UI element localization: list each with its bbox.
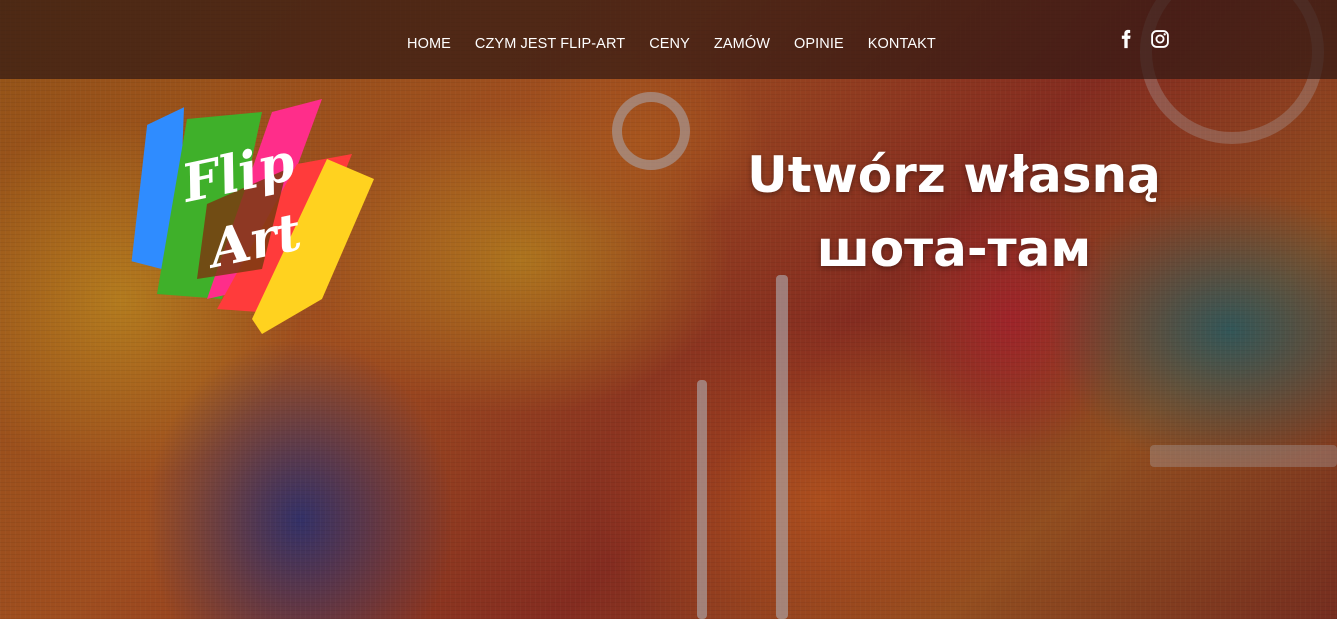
main-menu: HOME CZYM JEST FLIP-ART CENY ZAMÓW OPINI… (407, 33, 936, 52)
nav-link-home[interactable]: HOME (407, 36, 451, 52)
facebook-icon (1121, 29, 1131, 49)
menu-item-order: ZAMÓW (714, 33, 770, 52)
nav-link-reviews[interactable]: OPINIE (794, 36, 844, 52)
instagram-link[interactable] (1150, 29, 1170, 49)
menu-item-home: HOME (407, 33, 451, 52)
site-logo[interactable]: Flip Art (112, 84, 382, 339)
menu-item-contact: KONTAKT (868, 33, 936, 52)
hero-title-line-1: Utwórz własną (747, 146, 1161, 204)
hero-section: HOME CZYM JEST FLIP-ART CENY ZAMÓW OPINI… (0, 0, 1337, 619)
social-links (1116, 29, 1170, 49)
menu-item-reviews: OPINIE (794, 33, 844, 52)
nav-link-contact[interactable]: KONTAKT (868, 36, 936, 52)
facebook-link[interactable] (1116, 29, 1136, 49)
nav-link-about[interactable]: CZYM JEST FLIP-ART (475, 36, 625, 52)
nav-link-order[interactable]: ZAMÓW (714, 36, 770, 52)
nav-link-prices[interactable]: CENY (649, 36, 690, 52)
instagram-icon (1151, 30, 1169, 48)
menu-item-about: CZYM JEST FLIP-ART (475, 33, 625, 52)
flip-art-logo-icon: Flip Art (131, 99, 374, 334)
navbar: HOME CZYM JEST FLIP-ART CENY ZAMÓW OPINI… (0, 0, 1337, 79)
hero-title-line-2: шота-там (816, 220, 1092, 278)
hero-title: Utwórz własną шота-там (700, 138, 1208, 286)
menu-item-prices: CENY (649, 33, 690, 52)
